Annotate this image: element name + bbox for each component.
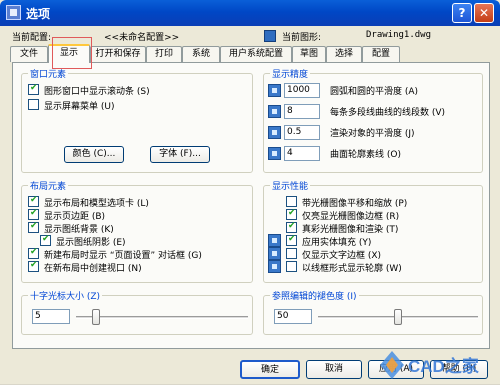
layout-tabs-checkbox[interactable]	[28, 195, 39, 207]
render-smoothness-label: 渲染对象的平滑度 (J)	[330, 129, 415, 139]
paper-shadow-label: 显示图纸阴影 (E)	[56, 238, 126, 248]
paper-background-label: 显示图纸背景 (K)	[44, 225, 114, 235]
fonts-button[interactable]: 字体 (F)...	[150, 146, 210, 163]
title-bar: 选项 ? ✕	[0, 0, 500, 26]
raster-frame-checkbox[interactable]	[286, 208, 297, 220]
drawing-icon	[264, 30, 276, 42]
drawing-saved-icon	[268, 105, 281, 118]
paper-shadow-checkbox[interactable]	[40, 234, 51, 246]
raster-frame-label: 仅亮显光栅图像边框 (R)	[302, 212, 400, 222]
crosshair-size-slider-track	[76, 316, 248, 319]
tab-selection[interactable]: 选择	[326, 46, 362, 62]
drawing-saved-icon	[268, 247, 281, 260]
polyline-segments-input[interactable]: 8	[284, 104, 320, 119]
xref-fade-slider-thumb[interactable]	[394, 309, 402, 325]
display-performance-title: 显示性能	[270, 179, 311, 192]
tab-highlight-frame	[52, 37, 92, 69]
xref-fade-input[interactable]: 50	[274, 309, 312, 324]
arc-smoothness-label: 圆弧和圆的平滑度 (A)	[330, 87, 419, 97]
scrollbars-checkbox[interactable]	[28, 83, 39, 95]
current-drawing-value: Drawing1.dwg	[366, 30, 432, 40]
watermark-text: CAD之家	[408, 356, 479, 376]
text-frame-checkbox[interactable]	[286, 248, 297, 259]
contour-lines-input[interactable]: 4	[284, 146, 320, 161]
solid-fill-label: 应用实体填充 (Y)	[302, 238, 372, 248]
create-viewport-checkbox[interactable]	[28, 260, 39, 272]
display-resolution-group: 显示精度 1000 圆弧和圆的平滑度 (A) 8 每条多段线曲线的线段数 (V)…	[263, 67, 483, 173]
tab-open-save[interactable]: 打开和保存	[90, 46, 146, 62]
colors-button[interactable]: 颜色 (C)...	[64, 146, 124, 163]
drawing-saved-icon	[268, 126, 281, 139]
display-tab-panel: 窗口元素 图形窗口中显示滚动条 (S) 显示屏幕菜单 (U) 颜色 (C)...…	[12, 62, 490, 349]
tab-files[interactable]: 文件	[10, 46, 48, 62]
tab-drafting[interactable]: 草图	[292, 46, 326, 62]
paper-background-checkbox[interactable]	[28, 221, 39, 233]
silhouette-checkbox[interactable]	[286, 261, 297, 272]
screen-menu-label: 显示屏幕菜单 (U)	[44, 102, 115, 112]
polyline-segments-label: 每条多段线曲线的线段数 (V)	[330, 108, 446, 118]
margins-label: 显示页边距 (B)	[44, 212, 106, 222]
cad-home-watermark: CAD之家	[378, 348, 498, 382]
drawing-saved-icon	[268, 147, 281, 160]
close-button[interactable]: ✕	[474, 3, 494, 23]
crosshair-size-slider-thumb[interactable]	[92, 309, 100, 325]
current-profile-label: 当前配置:	[12, 33, 52, 43]
layout-tabs-label: 显示布局和模型选项卡 (L)	[44, 199, 149, 209]
display-performance-group: 显示性能 带光栅图像平移和缩放 (P) 仅亮显光栅图像边框 (R) 真彩光栅图像…	[263, 179, 483, 283]
layout-elements-group: 布局元素 显示布局和模型选项卡 (L) 显示页边距 (B) 显示图纸背景 (K)…	[21, 179, 253, 283]
text-frame-label: 仅显示文字边框 (X)	[302, 251, 382, 261]
create-viewport-label: 在新布局中创建视口 (N)	[44, 264, 142, 274]
drawing-saved-icon	[268, 260, 281, 273]
layout-elements-title: 布局元素	[28, 179, 69, 192]
crosshair-size-group: 十字光标大小 (Z) 5	[21, 289, 253, 335]
margins-checkbox[interactable]	[28, 208, 39, 220]
xref-fade-group: 参照编辑的褪色度 (I) 50	[263, 289, 483, 335]
current-drawing-label: 当前图形:	[282, 33, 322, 43]
tab-profiles[interactable]: 配置	[362, 46, 400, 62]
scrollbars-label: 图形窗口中显示滚动条 (S)	[44, 87, 150, 97]
tab-user-preferences[interactable]: 用户系统配置	[220, 46, 292, 62]
raster-pan-zoom-checkbox[interactable]	[286, 196, 297, 207]
drawing-saved-icon	[268, 84, 281, 97]
window-title: 选项	[26, 7, 51, 21]
window-elements-group: 窗口元素 图形窗口中显示滚动条 (S) 显示屏幕菜单 (U) 颜色 (C)...…	[21, 67, 253, 173]
screen-menu-checkbox[interactable]	[28, 99, 39, 110]
options-dialog: 选项 ? ✕ 当前配置: <<未命名配置>> 当前图形: Drawing1.dw…	[0, 0, 500, 384]
raster-pan-zoom-label: 带光栅图像平移和缩放 (P)	[302, 199, 408, 209]
arc-smoothness-input[interactable]: 1000	[284, 83, 320, 98]
drawing-saved-icon	[268, 234, 281, 247]
help-title-button[interactable]: ?	[452, 3, 472, 23]
app-icon	[6, 5, 21, 20]
true-color-checkbox[interactable]	[286, 221, 297, 233]
tab-system[interactable]: 系统	[182, 46, 220, 62]
tab-plot[interactable]: 打印	[146, 46, 182, 62]
silhouette-label: 以线框形式显示轮廓 (W)	[302, 264, 402, 274]
render-smoothness-input[interactable]: 0.5	[284, 125, 320, 140]
crosshair-size-input[interactable]: 5	[32, 309, 70, 324]
true-color-label: 真彩光栅图像和渲染 (T)	[302, 225, 399, 235]
crosshair-size-title: 十字光标大小 (Z)	[28, 289, 103, 302]
solid-fill-checkbox[interactable]	[286, 234, 297, 246]
page-setup-checkbox[interactable]	[28, 247, 39, 259]
cancel-button[interactable]: 取消	[306, 360, 362, 379]
contour-lines-label: 曲面轮廓素线 (O)	[330, 150, 401, 160]
current-profile-value: <<未命名配置>>	[104, 33, 180, 43]
ok-button[interactable]: 确定	[240, 360, 300, 379]
xref-fade-title: 参照编辑的褪色度 (I)	[270, 289, 359, 302]
page-setup-label: 新建布局时显示 “页面设置” 对话框 (G)	[44, 251, 202, 261]
display-resolution-title: 显示精度	[270, 67, 311, 80]
